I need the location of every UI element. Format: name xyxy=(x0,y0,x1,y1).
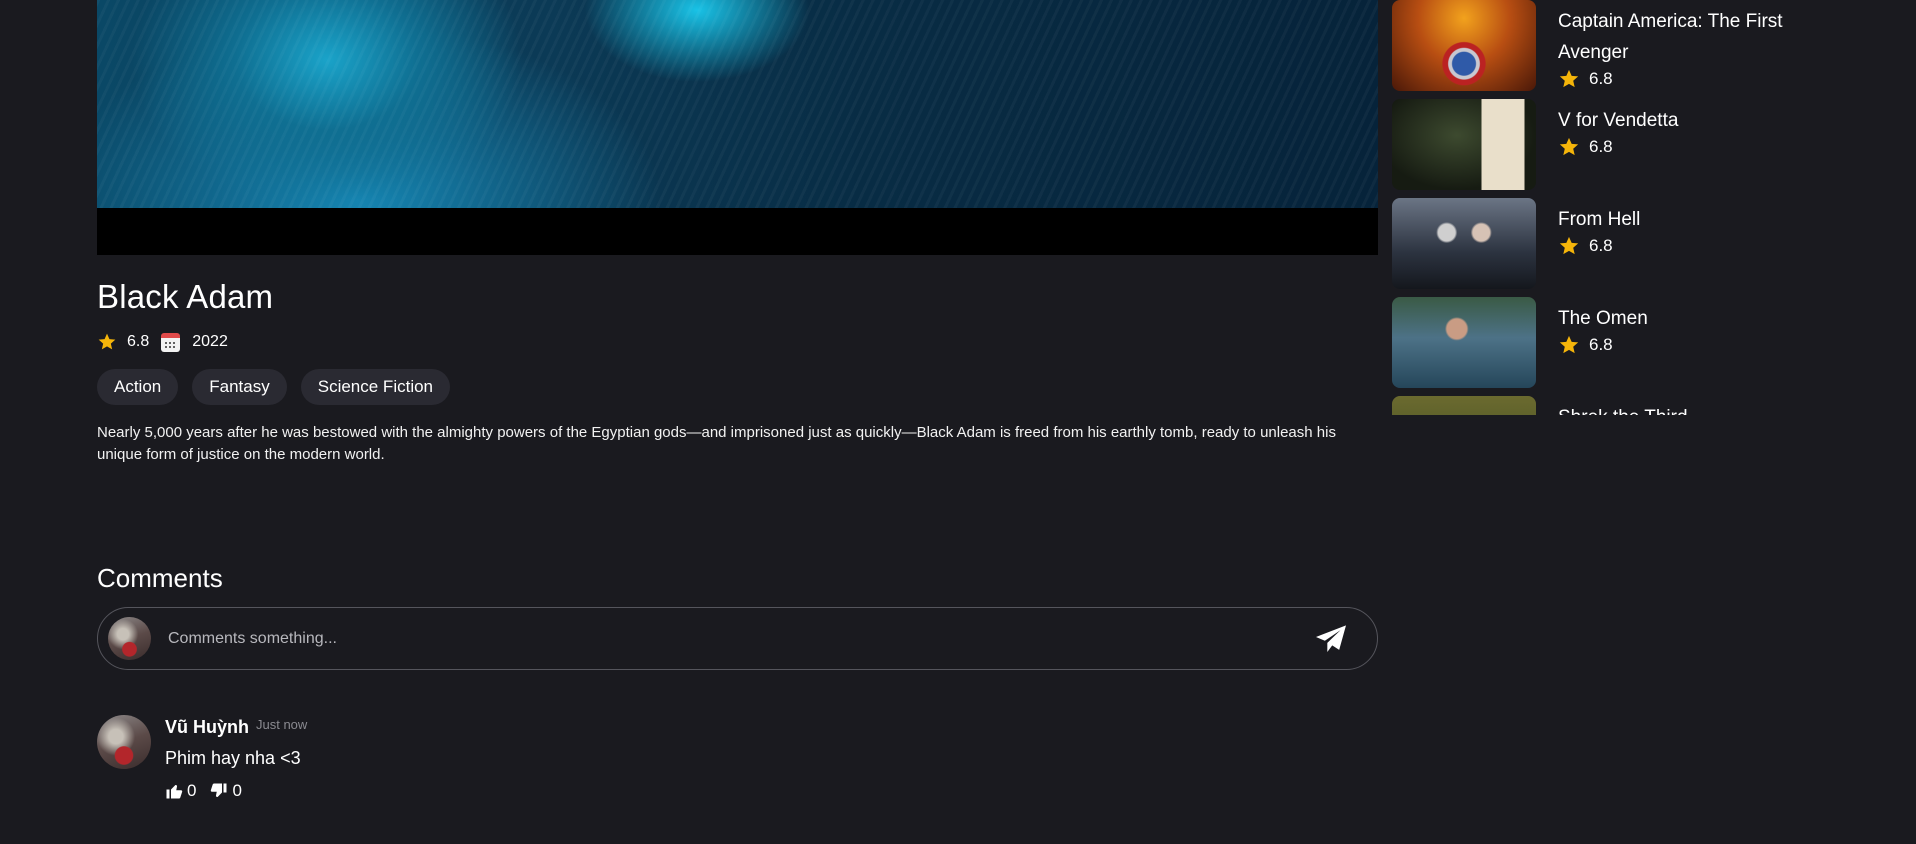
video-frame[interactable] xyxy=(97,0,1378,208)
recommendation-item[interactable]: Shrek the Third xyxy=(1392,396,1792,415)
recommendation-rating-value: 6.8 xyxy=(1589,137,1613,156)
dislike-button[interactable]: 0 xyxy=(210,781,242,801)
recommendation-title[interactable]: V for Vendetta xyxy=(1558,105,1792,136)
dislike-count: 0 xyxy=(232,781,242,800)
comment-text: Phim hay nha <3 xyxy=(165,748,301,768)
recommendation-rating: 6.8 xyxy=(1558,68,1792,90)
current-user-avatar xyxy=(108,617,151,660)
comment-reactions: 0 0 xyxy=(165,781,307,801)
movie-detail-page: Black Adam 6.8 2022 Action Fantasy Scien… xyxy=(0,0,1916,844)
send-icon xyxy=(1316,624,1346,652)
recommendation-poster[interactable] xyxy=(1392,99,1536,190)
movie-year: 2022 xyxy=(192,333,228,350)
movie-title: Black Adam xyxy=(97,278,274,315)
star-icon xyxy=(1559,236,1579,255)
recommendation-info: Captain America: The First Avenger 6.8 xyxy=(1558,0,1792,91)
send-comment-button[interactable] xyxy=(1307,615,1355,663)
comment-body: Vũ Huỳnh Just now Phim hay nha <3 0 0 xyxy=(165,715,307,801)
recommendation-item[interactable]: From Hell 6.8 xyxy=(1392,198,1792,289)
recommendation-poster[interactable] xyxy=(1392,396,1536,415)
recommendation-item[interactable]: Captain America: The First Avenger 6.8 xyxy=(1392,0,1792,91)
recommendation-rating-value: 6.8 xyxy=(1589,335,1613,354)
genre-chip-science-fiction[interactable]: Science Fiction xyxy=(300,369,451,405)
recommendation-info: From Hell 6.8 xyxy=(1558,198,1792,289)
movie-overview: Nearly 5,000 years after he was bestowed… xyxy=(97,424,1336,463)
comments-heading: Comments xyxy=(97,563,223,593)
comment-item: Vũ Huỳnh Just now Phim hay nha <3 0 0 xyxy=(97,715,1378,801)
main-column: Black Adam 6.8 2022 Action Fantasy Scien… xyxy=(97,0,1378,801)
recommendation-info: V for Vendetta 6.8 xyxy=(1558,99,1792,190)
like-count: 0 xyxy=(187,781,197,800)
comment-author-avatar[interactable] xyxy=(97,715,151,769)
genre-chip-fantasy[interactable]: Fantasy xyxy=(192,369,287,405)
genre-chip-action[interactable]: Action xyxy=(97,369,179,405)
thumbs-down-icon xyxy=(211,783,227,797)
like-button[interactable]: 0 xyxy=(165,781,196,801)
comment-header: Vũ Huỳnh Just now xyxy=(165,717,307,738)
comment-form xyxy=(97,607,1378,670)
recommendation-rating: 6.8 xyxy=(1558,334,1792,356)
recommendation-item[interactable]: V for Vendetta 6.8 xyxy=(1392,99,1792,190)
recommendation-poster[interactable] xyxy=(1392,297,1536,388)
recommendation-info: The Omen 6.8 xyxy=(1558,297,1792,388)
movie-meta: 6.8 2022 xyxy=(97,332,1378,352)
recommendation-rating-value: 6.8 xyxy=(1589,69,1613,88)
star-icon xyxy=(98,333,116,350)
calendar-icon xyxy=(161,332,181,352)
recommendations-sidebar: Captain America: The First Avenger 6.8 V… xyxy=(1392,0,1792,415)
recommendation-item[interactable]: The Omen 6.8 xyxy=(1392,297,1792,388)
star-icon xyxy=(1559,335,1579,354)
recommendation-title[interactable]: Captain America: The First Avenger xyxy=(1558,6,1792,68)
recommendation-title[interactable]: From Hell xyxy=(1558,204,1792,235)
recommendation-poster[interactable] xyxy=(1392,0,1536,91)
thumbs-up-icon xyxy=(166,785,183,799)
comment-timestamp: Just now xyxy=(256,717,308,732)
star-icon xyxy=(1559,137,1579,156)
comment-input[interactable] xyxy=(168,618,1307,659)
recommendation-title[interactable]: The Omen xyxy=(1558,303,1792,334)
movie-rating: 6.8 xyxy=(127,333,150,350)
recommendation-poster[interactable] xyxy=(1392,198,1536,289)
star-icon xyxy=(1559,69,1579,88)
recommendation-title[interactable]: Shrek the Third xyxy=(1558,402,1792,415)
recommendation-info: Shrek the Third xyxy=(1558,396,1792,415)
recommendation-rating: 6.8 xyxy=(1558,235,1792,257)
recommendation-rating: 6.8 xyxy=(1558,136,1792,158)
comment-author[interactable]: Vũ Huỳnh xyxy=(165,717,249,738)
genre-list: Action Fantasy Science Fiction xyxy=(97,369,1378,405)
video-player[interactable] xyxy=(97,0,1378,255)
recommendation-rating-value: 6.8 xyxy=(1589,236,1613,255)
